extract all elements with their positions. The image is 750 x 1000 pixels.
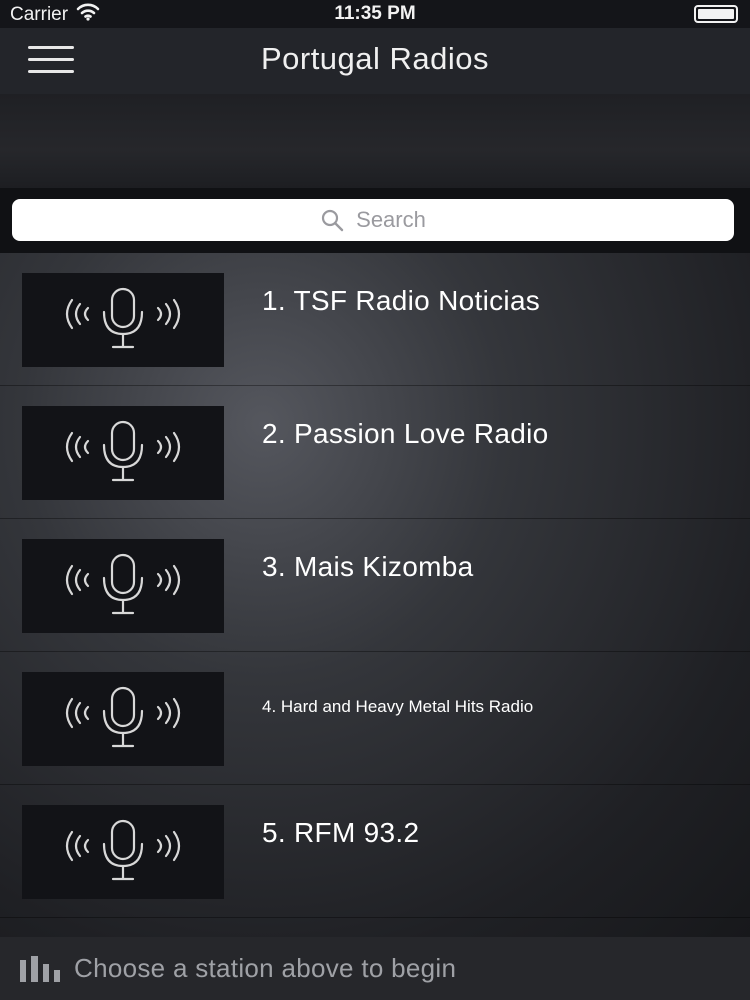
station-thumbnail: [22, 805, 224, 899]
nav-bar: Portugal Radios: [0, 28, 750, 94]
equalizer-bars-icon: [20, 955, 60, 982]
microphone-broadcast-icon: [58, 286, 188, 354]
banner-area: [0, 94, 750, 188]
search-icon: [320, 208, 344, 232]
station-name: 3. Mais Kizomba: [262, 551, 474, 582]
station-thumbnail: [22, 672, 224, 766]
microphone-broadcast-icon: [58, 685, 188, 753]
microphone-broadcast-icon: [58, 552, 188, 620]
station-name: 1. TSF Radio Noticias: [262, 285, 541, 316]
station-list: 1. TSF Radio Noticias 2. Passion Love Ra…: [0, 253, 750, 937]
player-footer[interactable]: Choose a station above to begin: [0, 937, 750, 1000]
battery-icon: [694, 5, 738, 23]
search-bar: Search: [0, 188, 750, 253]
status-time: 11:35 PM: [334, 3, 416, 24]
search-placeholder: Search: [356, 207, 426, 232]
station-name: 2. Passion Love Radio: [262, 418, 549, 449]
station-row[interactable]: 5. RFM 93.2: [0, 785, 750, 918]
station-thumbnail: [22, 273, 224, 367]
microphone-broadcast-icon: [58, 419, 188, 487]
page-title: Portugal Radios: [260, 41, 490, 76]
microphone-broadcast-icon: [58, 818, 188, 886]
search-input[interactable]: Search: [12, 199, 734, 241]
footer-status-text: Choose a station above to begin: [74, 953, 457, 983]
station-row[interactable]: 2. Passion Love Radio: [0, 386, 750, 519]
station-row[interactable]: 3. Mais Kizomba: [0, 519, 750, 652]
battery-fill: [698, 9, 734, 19]
status-bar: Carrier 11:35 PM: [0, 0, 750, 28]
station-name: 4. Hard and Heavy Metal Hits Radio: [262, 697, 534, 716]
station-row[interactable]: 4. Hard and Heavy Metal Hits Radio: [0, 652, 750, 785]
station-name: 5. RFM 93.2: [262, 817, 420, 848]
station-row[interactable]: 1. TSF Radio Noticias: [0, 253, 750, 386]
station-thumbnail: [22, 406, 224, 500]
station-thumbnail: [22, 539, 224, 633]
